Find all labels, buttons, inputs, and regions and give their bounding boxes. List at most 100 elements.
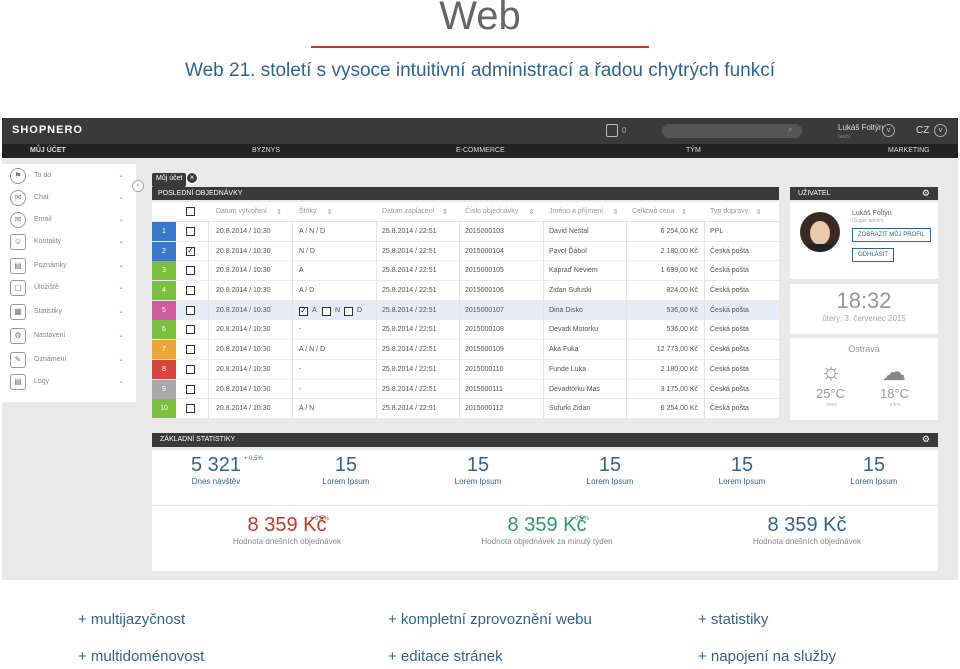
cell-paid: 25.8.2014 / 22:51: [382, 287, 437, 295]
table-row[interactable]: 8 20.8.2014 / 10:30 - 25.8.2014 / 22:51 2015…: [152, 359, 779, 380]
column-divider: [208, 320, 209, 340]
chevron-down-icon[interactable]: v: [934, 124, 947, 137]
tag-checkbox-d[interactable]: [344, 306, 353, 316]
column-header[interactable]: Datum zaplacení: [382, 208, 435, 215]
storage-icon: ▢: [10, 280, 26, 296]
chevron-down-icon[interactable]: ⌄: [118, 215, 124, 223]
stat-value: 8 359 Kč: [507, 514, 587, 536]
tag-label-n: N: [335, 306, 341, 314]
table-row[interactable]: 9 20.8.2014 / 10:30 - 25.8.2014 / 22:51 2015…: [152, 379, 779, 400]
row-checkbox[interactable]: [186, 286, 195, 296]
tag-checkbox-a[interactable]: ✓: [299, 306, 308, 316]
column-header[interactable]: Typ dopravy: [710, 208, 748, 215]
nav-item-marketing[interactable]: MARKETING: [888, 147, 930, 154]
chevron-down-icon[interactable]: ⌄: [118, 331, 124, 339]
flag-icon: ⚑: [10, 168, 26, 184]
row-checkbox[interactable]: ✓: [186, 246, 195, 256]
table-row[interactable]: 2 ✓ 20.8.2014 / 10:30 N / D 25.8.2014 / 22:5…: [152, 241, 779, 262]
sidebar-item-email[interactable]: ✉ Email ⌄: [10, 212, 132, 228]
nav-item-business[interactable]: BYZNYS: [252, 147, 280, 154]
row-checkbox[interactable]: [186, 384, 195, 394]
sidebar-item-logy[interactable]: ▤ Logy ⌄: [10, 374, 132, 390]
collapse-sidebar-icon[interactable]: ‹: [132, 180, 144, 192]
nav-item-team[interactable]: TÝM: [686, 147, 701, 154]
logout-button[interactable]: ODHLÁSIT: [852, 248, 895, 262]
sort-icon[interactable]: ⇕: [276, 208, 282, 216]
table-row[interactable]: 1 20.8.2014 / 10:30 A / N / D 25.8.2014 / 2…: [152, 222, 779, 242]
row-checkbox[interactable]: [186, 227, 195, 236]
nav-item-ecommerce[interactable]: E-COMMERCE: [456, 147, 505, 154]
sort-icon[interactable]: ⇕: [756, 208, 762, 216]
column-divider: [376, 241, 377, 261]
sidebar-item-poznámky[interactable]: ▤ Poznámky ⌄: [10, 258, 132, 274]
cell-ship: Česká pošta: [710, 247, 749, 255]
sidebar-item-to do[interactable]: ⚑ To do ⌄: [10, 168, 132, 184]
sidebar-item-nastavení[interactable]: ⚙ Nastavení ⌄: [10, 328, 132, 344]
sidebar-item-oznámení[interactable]: ✎ Oznámení ⌄: [10, 352, 132, 368]
gear-icon[interactable]: ⚙: [922, 188, 930, 199]
sort-icon[interactable]: ⇕: [681, 208, 687, 216]
sort-icon[interactable]: ⇕: [529, 208, 535, 216]
table-row[interactable]: 10 20.8.2014 / 10:30 A / N 25.8.2014 / 22:5…: [152, 399, 779, 419]
column-divider: [626, 300, 627, 320]
column-header[interactable]: Štítky: [299, 208, 317, 215]
close-icon[interactable]: ×: [186, 172, 198, 184]
gear-icon[interactable]: ⚙: [922, 434, 930, 445]
row-checkbox[interactable]: [186, 305, 195, 315]
sidebar-item-úložiště[interactable]: ▢ Úložiště ⌄: [10, 280, 132, 296]
column-header[interactable]: Jméno a příjmení: [549, 208, 603, 215]
row-checkbox[interactable]: [186, 404, 195, 414]
select-all-checkbox[interactable]: [186, 207, 195, 216]
sort-icon[interactable]: ⇕: [613, 208, 619, 216]
cell-ship: Česká pošta: [710, 326, 749, 334]
user-menu[interactable]: Lukáš Foltýn (web): [838, 124, 883, 141]
table-row[interactable]: 5 20.8.2014 / 10:30 25.8.2014 / 22:51 20150…: [152, 300, 779, 321]
table-row[interactable]: 3 20.8.2014 / 10:30 A 25.8.2014 / 22:51 2015…: [152, 261, 779, 282]
sidebar-item-kontakty[interactable]: ☺ Kontakty ⌄: [10, 234, 132, 250]
cell-tags: A / N / D: [299, 228, 326, 235]
logo[interactable]: SHOPNERO: [12, 124, 83, 136]
cell-name: Aka Fuka: [549, 346, 579, 354]
chevron-down-icon[interactable]: ⌄: [118, 283, 124, 291]
language-select[interactable]: CZ: [916, 125, 929, 136]
table-row[interactable]: 7 20.8.2014 / 10:30 A / N / D 25.8.2014 / 2…: [152, 340, 779, 360]
cell-price: 2 180,00 Kč: [660, 247, 698, 255]
chevron-down-icon[interactable]: v: [882, 124, 895, 137]
sidebar-item-statistiky[interactable]: ▦ Statistiky ⌄: [10, 304, 132, 320]
cart-icon[interactable]: [606, 124, 618, 137]
search-input[interactable]: [662, 124, 802, 138]
column-header[interactable]: Číslo objednávky: [465, 208, 518, 215]
chevron-down-icon[interactable]: ⌄: [118, 355, 124, 363]
column-header[interactable]: Datum vytvoření: [216, 208, 267, 215]
chevron-down-icon[interactable]: ⌄: [118, 307, 124, 315]
cell-name: Funde Luka: [549, 365, 586, 373]
column-header[interactable]: Celková cena: [632, 208, 674, 215]
stats-panel: 5 321 Dnes návštěv + 0,5% 15 Lorem Ipsum 15 Lo…: [152, 450, 938, 571]
column-divider: [376, 359, 377, 379]
chevron-down-icon[interactable]: ⌄: [118, 193, 124, 201]
chevron-down-icon[interactable]: ⌄: [118, 377, 124, 385]
orders-table: Datum vytvoření ⇕ Štítky ⇕ Datum zaplacení ⇕ Č…: [152, 202, 779, 419]
row-checkbox[interactable]: [186, 325, 195, 335]
table-row[interactable]: 4 20.8.2014 / 10:30 A / D 25.8.2014 / 22:51…: [152, 281, 779, 301]
search-icon[interactable]: ⌕: [788, 125, 792, 135]
column-divider: [292, 261, 293, 281]
row-checkbox[interactable]: [186, 364, 195, 374]
stat-label: Lorem Ipsum: [850, 477, 898, 486]
column-divider: [704, 359, 705, 379]
view-profile-button[interactable]: ZOBRAZIT MŮJ PROFIL: [852, 228, 931, 242]
sort-icon[interactable]: ⇕: [327, 208, 333, 216]
row-checkbox[interactable]: [186, 345, 195, 355]
cell-price: 536,00 Kč: [666, 326, 698, 334]
sidebar-item-chat[interactable]: ✉ Chat ⌄: [10, 190, 132, 206]
chevron-down-icon[interactable]: ⌄: [118, 261, 124, 269]
tag-checkbox-n[interactable]: [322, 306, 331, 316]
chevron-down-icon[interactable]: ⌄: [118, 237, 124, 245]
sort-icon[interactable]: ⇕: [442, 208, 448, 216]
stat-label: Hodnota objednávek za minulý týden: [481, 537, 613, 546]
nav-item-account[interactable]: MŮJ ÚČET: [30, 147, 66, 154]
chevron-down-icon[interactable]: ⌄: [118, 171, 124, 179]
row-checkbox[interactable]: [186, 266, 195, 276]
table-row[interactable]: 6 20.8.2014 / 10:30 - 25.8.2014 / 22:51 2015…: [152, 320, 779, 341]
sidebar-item-label: Poznámky: [34, 262, 67, 269]
